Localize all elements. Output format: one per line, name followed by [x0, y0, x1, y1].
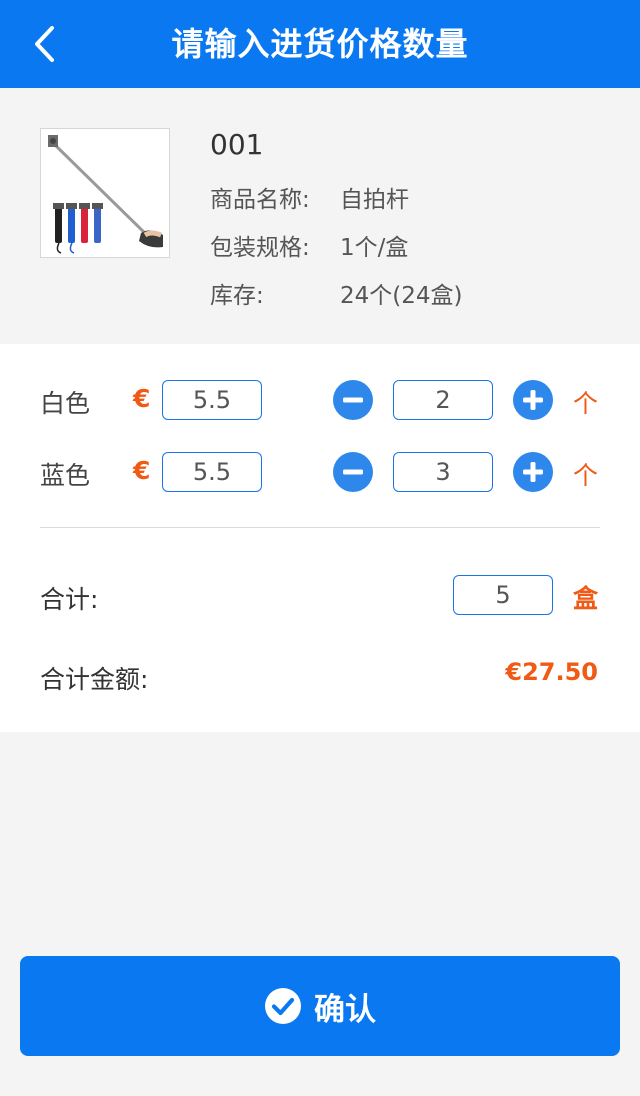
confirm-button[interactable]: 确认	[20, 956, 620, 1056]
currency-symbol: €	[133, 384, 151, 413]
check-circle-icon	[265, 988, 301, 1024]
currency-symbol: €	[133, 456, 151, 485]
plus-icon	[523, 462, 543, 482]
total-amount-value: €27.50	[505, 658, 598, 686]
variant-color-label: 白色	[40, 389, 91, 418]
product-name-label: 商品名称:	[210, 187, 310, 213]
increase-button[interactable]	[513, 380, 553, 420]
minus-icon	[343, 397, 363, 403]
product-spec-label: 包装规格:	[210, 235, 310, 261]
price-input[interactable]: 5.5	[162, 452, 262, 492]
total-quantity-field[interactable]: 5	[453, 575, 553, 615]
divider	[40, 527, 600, 528]
decrease-button[interactable]	[333, 380, 373, 420]
minus-icon	[343, 469, 363, 475]
nav-bar: 请输入进货价格数量	[0, 0, 640, 88]
total-unit-label: 盒	[573, 584, 599, 613]
variant-color-label: 蓝色	[40, 461, 91, 490]
unit-label: 个	[573, 389, 599, 418]
page-title: 请输入进货价格数量	[171, 25, 469, 63]
product-code: 001	[210, 128, 264, 161]
total-quantity-label: 合计:	[40, 585, 99, 614]
order-panel: 白色 € 5.5 2 个 蓝色 € 5.5 3 个 合计: 5 盒 合计金额: …	[0, 344, 640, 732]
confirm-label: 确认	[314, 991, 376, 1028]
unit-label: 个	[573, 461, 599, 490]
quantity-input[interactable]: 3	[393, 452, 493, 492]
quantity-input[interactable]: 2	[393, 380, 493, 420]
total-amount-label: 合计金额:	[40, 665, 149, 694]
product-stock-value: 24个(24盒)	[340, 283, 463, 309]
increase-button[interactable]	[513, 452, 553, 492]
plus-icon	[523, 390, 543, 410]
price-input[interactable]: 5.5	[162, 380, 262, 420]
product-spec-value: 1个/盒	[340, 235, 409, 261]
product-name-value: 自拍杆	[340, 187, 409, 213]
product-stock-label: 库存:	[210, 283, 264, 309]
product-info: 001 商品名称: 自拍杆 包装规格: 1个/盒 库存: 24个(24盒)	[0, 88, 640, 344]
decrease-button[interactable]	[333, 452, 373, 492]
product-image	[40, 128, 170, 258]
